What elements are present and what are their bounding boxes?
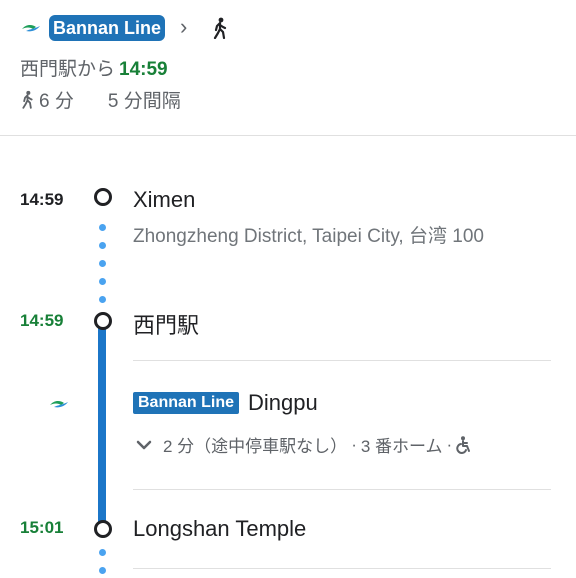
line-badge: Bannan Line (49, 15, 165, 41)
alight-station-name[interactable]: Longshan Temple (133, 516, 306, 542)
ride-direction-row: Bannan Line Dingpu (133, 390, 318, 416)
header-divider (0, 135, 576, 136)
board-stop-marker (94, 312, 112, 330)
section-divider (133, 568, 551, 569)
origin-name[interactable]: Ximen (133, 187, 195, 213)
walk-icon (211, 17, 229, 40)
walk-path-dot (99, 224, 106, 231)
ride-details-toggle[interactable]: 2 分（途中停車駅なし） · 3 番ホーム · (135, 432, 472, 457)
section-divider (133, 360, 551, 361)
origin-time: 14:59 (20, 190, 64, 209)
from-station-label: 西門駅から (20, 59, 116, 80)
trip-meta: 6 分 5 分間隔 (20, 86, 181, 113)
alight-time: 15:01 (20, 518, 64, 537)
ride-direction: Dingpu (248, 390, 318, 415)
origin-stop-marker (94, 188, 112, 206)
ride-duration: 2 分（途中停車駅なし） (163, 437, 348, 456)
board-time: 14:59 (20, 311, 64, 330)
walk-path-dot (99, 278, 106, 285)
walk-path-dot (99, 549, 106, 556)
walk-path-dot (99, 567, 106, 574)
separator: · (446, 434, 453, 454)
section-divider (133, 489, 551, 490)
platform: 3 番ホーム (360, 437, 443, 456)
walk-small-icon (20, 90, 35, 109)
walk-path-dot (99, 242, 106, 249)
departure-info: 西門駅から 14:59 (20, 54, 168, 81)
walk-duration: 6 分 (39, 91, 74, 112)
transit-line-segment (98, 322, 106, 528)
frequency: 5 分間隔 (107, 91, 181, 112)
ride-line-badge: Bannan Line (133, 392, 240, 414)
walk-path-dot (99, 260, 106, 267)
chevron-right-icon: › (180, 14, 188, 39)
separator: · (351, 434, 357, 454)
board-station-name[interactable]: 西門駅 (133, 308, 199, 340)
origin-address: Zhongzheng District, Taipei City, 台湾 100 (133, 226, 484, 247)
departure-time: 14:59 (119, 59, 168, 80)
mrt-logo-icon (48, 396, 70, 412)
mrt-logo-icon (20, 20, 42, 36)
alight-stop-marker (94, 520, 112, 538)
wheelchair-icon (456, 435, 472, 454)
chevron-down-icon[interactable] (135, 438, 153, 452)
walk-path-dot (99, 296, 106, 303)
